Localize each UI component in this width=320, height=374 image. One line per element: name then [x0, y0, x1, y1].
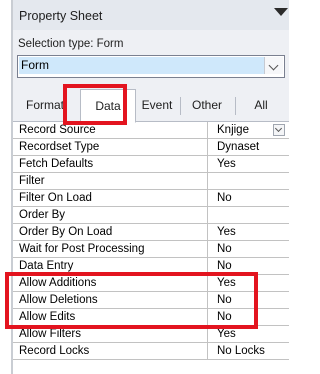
chevron-down-icon[interactable] — [273, 124, 285, 136]
property-value[interactable]: No — [217, 241, 285, 257]
property-row[interactable]: Order By On Load Yes — [13, 224, 289, 241]
property-value[interactable]: No Locks — [217, 343, 285, 359]
property-name: Recordset Type — [19, 141, 100, 153]
tab-separator — [180, 97, 181, 115]
property-value[interactable]: No — [217, 190, 285, 206]
tab-all[interactable]: All — [241, 89, 281, 121]
panel-title: Property Sheet — [19, 9, 103, 23]
property-name: Order By On Load — [19, 226, 113, 238]
property-row[interactable]: Order By — [13, 207, 289, 224]
tab-other[interactable]: Other — [183, 89, 231, 121]
selection-type-row: Selection type: Form — [18, 38, 123, 50]
property-grid: Record Source Knjige Recordset Type Dyna… — [13, 122, 289, 374]
property-value[interactable]: Yes — [217, 156, 285, 172]
property-row[interactable]: Recordset Type Dynaset — [13, 139, 289, 156]
property-name: Wait for Post Processing — [19, 243, 145, 255]
property-value[interactable]: Dynaset — [217, 139, 285, 155]
tab-separator — [235, 97, 236, 115]
property-name: Filter On Load — [19, 192, 92, 204]
object-selector-combo[interactable]: Form — [17, 55, 285, 78]
chevron-down-icon[interactable] — [264, 57, 283, 74]
property-row[interactable]: Wait for Post Processing No — [13, 241, 289, 258]
property-row[interactable]: Fetch Defaults Yes — [13, 156, 289, 173]
object-selector-value[interactable]: Form — [19, 57, 264, 74]
panel-menu-arrow-icon[interactable] — [274, 8, 288, 16]
property-sheet-header: Property Sheet — [13, 0, 289, 30]
selection-type-value: Form — [96, 38, 124, 50]
property-value[interactable] — [217, 207, 285, 223]
tab-event[interactable]: Event — [135, 89, 179, 121]
data-tab-highlight-box — [63, 84, 127, 125]
property-name: Record Locks — [19, 345, 90, 357]
property-row[interactable]: Filter — [13, 173, 289, 190]
property-value[interactable]: Yes — [217, 224, 285, 240]
allow-rows-highlight-box — [5, 272, 258, 329]
property-tabs: Format Data Event Other All — [13, 89, 289, 123]
property-row[interactable]: Record Source Knjige — [13, 122, 289, 139]
property-value[interactable] — [217, 173, 285, 189]
property-row[interactable]: Record Locks No Locks — [13, 343, 289, 360]
property-name: Filter — [19, 175, 45, 187]
property-name: Order By — [19, 209, 66, 221]
property-row[interactable]: Filter On Load No — [13, 190, 289, 207]
property-name: Fetch Defaults — [19, 158, 94, 170]
selection-type-label: Selection type: — [18, 38, 94, 50]
